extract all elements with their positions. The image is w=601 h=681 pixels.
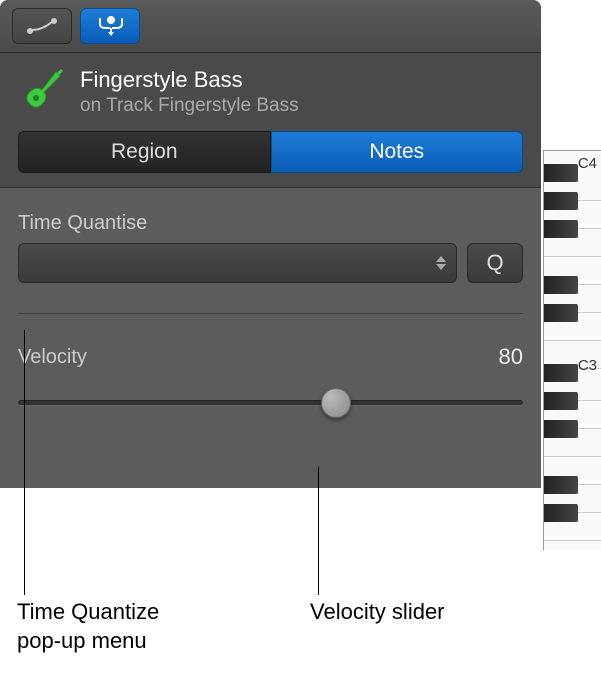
merge-icon (94, 14, 126, 38)
callout-line (24, 330, 25, 595)
slider-thumb[interactable] (321, 388, 351, 418)
toolbar (0, 0, 541, 53)
inspector-content: Time Quantise Q Velocity 80 (0, 187, 541, 488)
piano-key[interactable] (544, 513, 601, 541)
slider-track (18, 400, 523, 406)
quantise-label: Time Quantise (18, 212, 523, 235)
region-title: Fingerstyle Bass (80, 67, 299, 93)
piano-key[interactable] (544, 429, 601, 457)
tab-notes[interactable]: Notes (271, 131, 524, 173)
automation-curve-button[interactable] (12, 8, 72, 44)
piano-ruler[interactable]: C4 C3 (543, 150, 601, 550)
stepper-arrows-icon (436, 256, 446, 270)
tab-region[interactable]: Region (18, 131, 271, 173)
piano-label-c4: C4 (578, 155, 597, 172)
callout-quantise: Time Quantize pop-up menu (17, 598, 159, 655)
quantise-apply-button[interactable]: Q (467, 243, 523, 283)
inspector-panel: Fingerstyle Bass on Track Fingerstyle Ba… (0, 0, 541, 488)
tab-bar: Region Notes (0, 131, 541, 187)
piano-key[interactable] (544, 313, 601, 341)
callout-velocity: Velocity slider (310, 598, 445, 627)
midi-merge-button[interactable] (80, 8, 140, 44)
region-subtitle: on Track Fingerstyle Bass (80, 95, 299, 117)
guitar-icon (18, 68, 66, 116)
piano-key[interactable] (544, 229, 601, 257)
velocity-slider[interactable] (18, 388, 523, 418)
velocity-label: Velocity (18, 346, 87, 369)
region-header: Fingerstyle Bass on Track Fingerstyle Ba… (0, 53, 541, 131)
piano-label-c3: C3 (578, 357, 597, 374)
time-quantise-popup[interactable] (18, 243, 457, 283)
curve-icon (26, 17, 58, 35)
callout-line (318, 467, 319, 595)
velocity-value[interactable]: 80 (499, 344, 523, 370)
